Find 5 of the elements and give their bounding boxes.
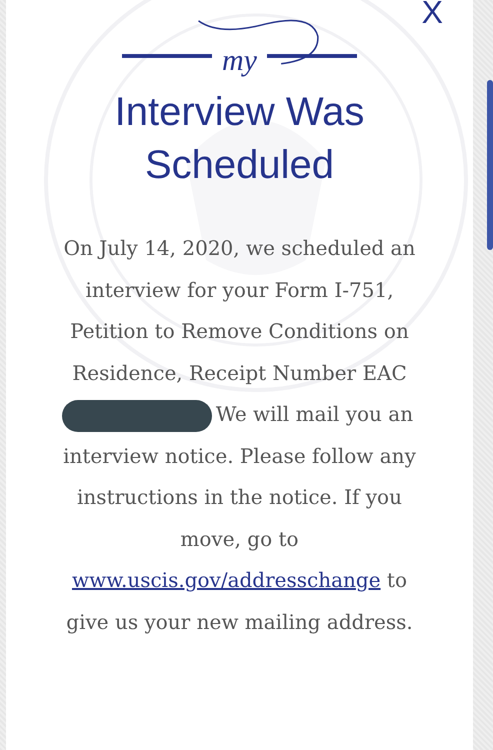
logo-text: my bbox=[222, 43, 257, 79]
dialog-title: Interview Was Scheduled bbox=[114, 89, 366, 189]
address-change-link[interactable]: www.uscis.gov/addresschange bbox=[72, 568, 381, 592]
close-button[interactable]: X bbox=[422, 0, 443, 32]
message-text: On July 14, 2020, we scheduled an interview for your Form I-751, Petition to Remove Conditions on Residence, Receipt Number EAC We will mail you an interview notice. Please follow any instructions in the notice. If you move, go to www.uscis.gov/addresschange to give us your new mailing address. bbox=[60, 235, 417, 636]
